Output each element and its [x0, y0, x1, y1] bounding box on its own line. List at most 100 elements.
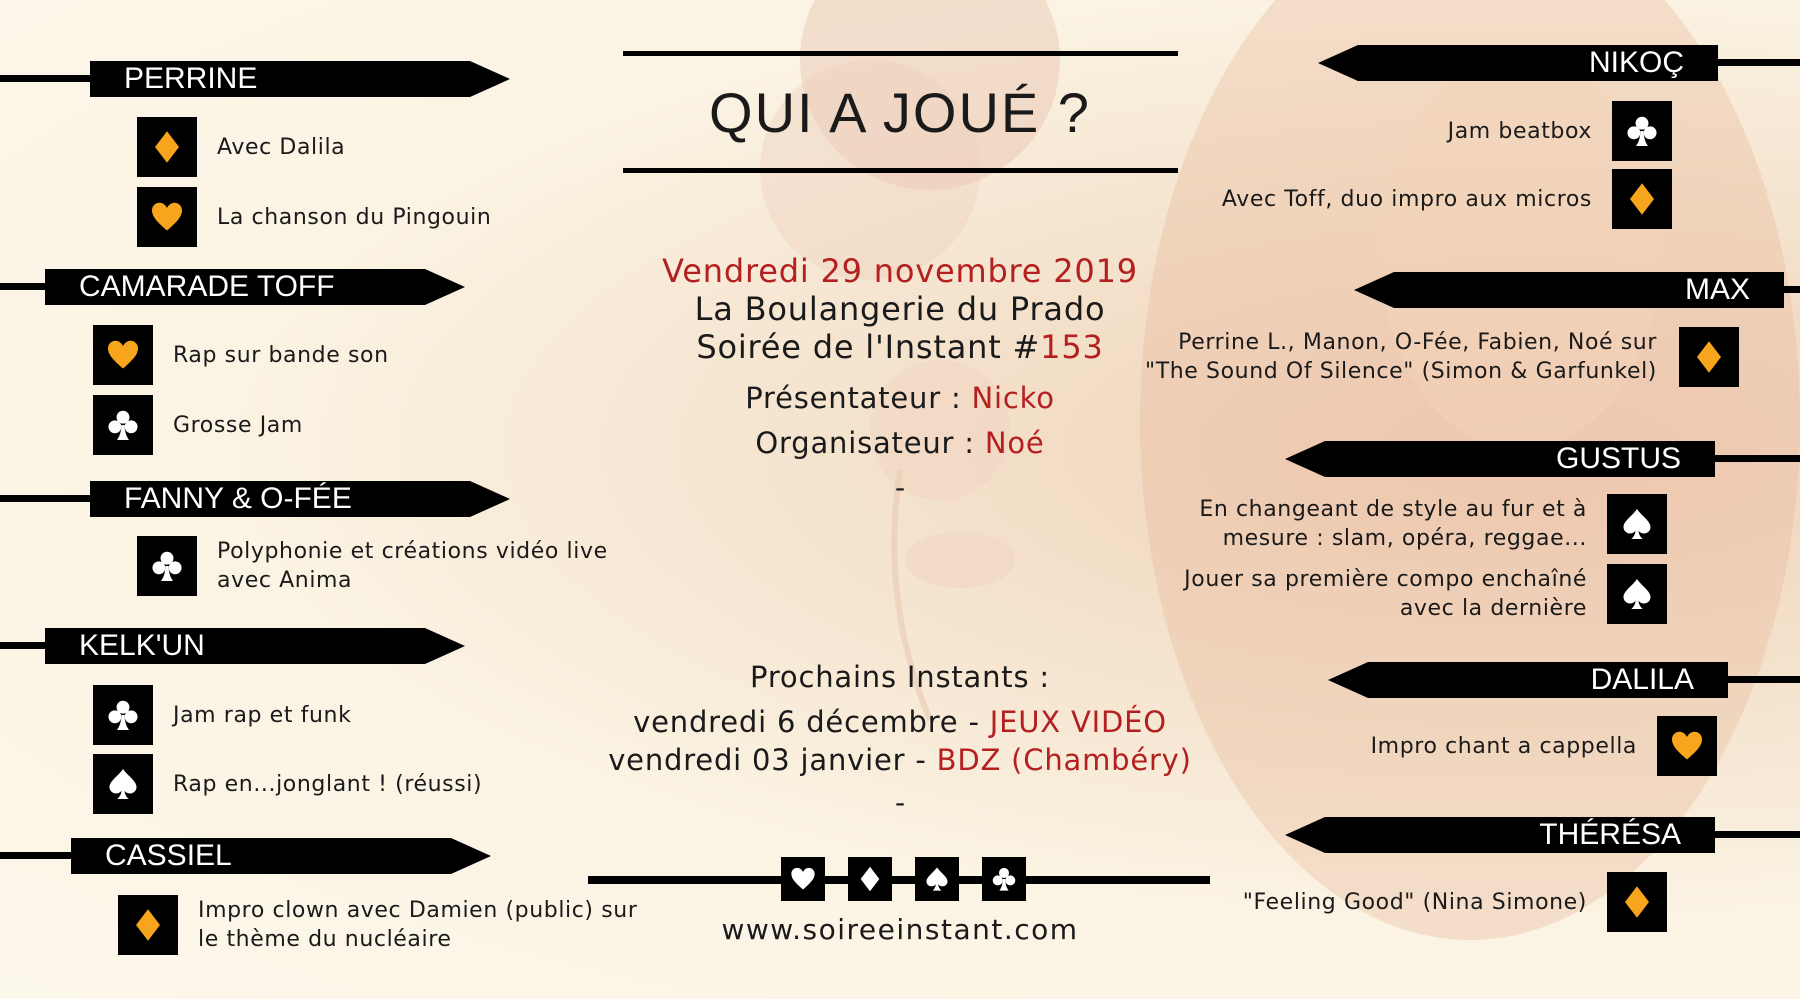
footer-club-icon — [982, 857, 1026, 901]
suit-card-diamond-icon — [1612, 169, 1672, 229]
act-description: "Feeling Good" (Nina Simone) — [1243, 888, 1587, 917]
act-description: Impro chant a cappella — [1371, 732, 1637, 761]
performer-banner-fanny-o-fee: FANNY & O-FÉE — [90, 481, 510, 517]
soiree-number-line: Soirée de l'Instant #153 — [600, 327, 1200, 367]
act-text-line: "Feeling Good" (Nina Simone) — [1242, 889, 1587, 915]
suit-card-club-icon — [137, 536, 197, 596]
organizer-line: Organisateur : Noé — [600, 424, 1200, 462]
performer-connector-line — [1784, 286, 1800, 293]
act-text-line: Jouer sa première compo enchaîné — [1184, 567, 1587, 592]
organizer-name: Noé — [984, 426, 1045, 460]
act-text-line: Polyphonie et créations vidéo live — [217, 539, 608, 564]
event-venue: La Boulangerie du Prado — [694, 290, 1106, 328]
act-text-line: mesure : slam, opéra, reggae... — [1222, 526, 1587, 551]
event-date: Vendredi 29 novembre 2019 — [662, 252, 1138, 290]
performer-connector-line — [1715, 455, 1800, 462]
performer-connector-line — [0, 495, 95, 502]
suit-card-heart-icon — [93, 325, 153, 385]
performer-banner-theresa: THÉRÉSA — [1285, 817, 1715, 853]
performer-name: NIKOÇ — [1588, 46, 1684, 79]
act-text-line: Rap sur bande son — [173, 342, 389, 368]
act-text-line: avec la dernière — [1399, 596, 1587, 621]
next-event-2: vendredi 03 janvier - BDZ (Chambéry) — [600, 741, 1200, 779]
act-text-line: Rap en...jonglant ! (réussi) — [173, 771, 483, 797]
performer-name: GUSTUS — [1555, 442, 1681, 475]
act-description: Jam beatbox — [1448, 117, 1592, 146]
act-text-line: Jam beatbox — [1447, 118, 1592, 144]
act-text-line: En changeant de style au fur et à — [1199, 497, 1587, 522]
performer-name: PERRINE — [124, 62, 258, 95]
performer-name: FANNY & O-FÉE — [124, 482, 352, 515]
suit-card-diamond-icon — [1679, 327, 1739, 387]
act-description: Polyphonie et créations vidéo live avec A… — [217, 537, 608, 595]
footer-line — [588, 876, 1210, 884]
act-description: Jam rap et funk — [173, 701, 351, 730]
separator-dash: - — [894, 471, 906, 504]
performer-name: THÉRÉSA — [1539, 818, 1681, 851]
next-heading: Prochains Instants : — [750, 660, 1050, 694]
act-text-line: Avec Toff, duo impro aux micros — [1221, 186, 1592, 212]
next-event-name: JEUX VIDÉO — [989, 705, 1167, 739]
performer-name: CAMARADE TOFF — [79, 270, 335, 303]
act-description: Jouer sa première compo enchaîné avec la … — [1184, 565, 1587, 623]
performer-connector-line — [0, 642, 50, 649]
act-text-line: Grosse Jam — [173, 412, 303, 438]
suit-card-spade-icon — [93, 754, 153, 814]
act-description: Impro clown avec Damien (public) sur le t… — [198, 896, 637, 954]
act-text-line: avec Anima — [217, 568, 353, 593]
performer-connector-line — [1728, 676, 1800, 683]
presenter-line: Présentateur : Nicko — [600, 379, 1200, 417]
title-bottom-rule — [623, 168, 1178, 173]
performer-banner-kelk-un: KELK'UN — [45, 628, 465, 664]
performer-name: DALILA — [1590, 663, 1694, 696]
suit-card-heart-icon — [1657, 716, 1717, 776]
suit-card-heart-icon — [137, 187, 197, 247]
act-description: Grosse Jam — [173, 411, 303, 440]
performer-connector-line — [0, 852, 76, 859]
suit-card-club-icon — [93, 685, 153, 745]
performer-name: CASSIEL — [105, 839, 232, 872]
performer-banner-dalila: DALILA — [1328, 662, 1728, 698]
act-text-line: le thème du nucléaire — [198, 927, 452, 952]
next-event-name: BDZ (Chambéry) — [936, 743, 1192, 777]
act-text-line: Impro clown avec Damien (public) sur — [198, 898, 638, 923]
act-description: Avec Dalila — [217, 133, 345, 162]
performer-banner-max: MAX — [1354, 272, 1784, 308]
presenter-label: Présentateur : — [745, 381, 972, 415]
performer-banner-nikoc: NIKOÇ — [1318, 45, 1718, 81]
performer-name: MAX — [1684, 273, 1750, 306]
performer-connector-line — [0, 283, 50, 290]
act-description: Avec Toff, duo impro aux micros — [1222, 185, 1592, 214]
act-text-line: Perrine L., Manon, O-Fée, Fabien, Noé su… — [1178, 330, 1657, 355]
act-text-line: Impro chant a cappella — [1370, 733, 1637, 759]
act-description: Rap en...jonglant ! (réussi) — [173, 770, 482, 799]
next-event-1: vendredi 6 décembre - JEUX VIDÉO — [600, 703, 1200, 741]
performer-banner-cassiel: CASSIEL — [71, 838, 491, 874]
performer-connector-line — [1715, 831, 1800, 838]
soiree-number: 153 — [1040, 328, 1104, 366]
suit-card-spade-icon — [1607, 564, 1667, 624]
act-description: Perrine L., Manon, O-Fée, Fabien, Noé su… — [1145, 328, 1657, 386]
act-description: Rap sur bande son — [173, 341, 389, 370]
footer-heart-icon — [781, 857, 825, 901]
next-event-date: vendredi 6 décembre - — [633, 705, 990, 739]
performer-banner-gustus: GUSTUS — [1285, 441, 1715, 477]
website-url: www.soireeinstant.com — [721, 913, 1079, 946]
title-top-rule — [623, 51, 1178, 56]
footer-spade-icon — [915, 857, 959, 901]
suit-card-club-icon — [93, 395, 153, 455]
footer-diamond-icon — [848, 857, 892, 901]
act-text-line: Jam rap et funk — [173, 702, 352, 728]
suit-card-diamond-icon — [1607, 872, 1667, 932]
act-description: La chanson du Pingouin — [217, 203, 491, 232]
presenter-name: Nicko — [971, 381, 1055, 415]
suit-card-diamond-icon — [137, 117, 197, 177]
performer-banner-camarade-toff: CAMARADE TOFF — [45, 269, 465, 305]
performer-banner-perrine: PERRINE — [90, 61, 510, 97]
soiree-label: Soirée de l'Instant # — [696, 328, 1041, 366]
act-text-line: Avec Dalila — [217, 134, 346, 160]
next-event-date: vendredi 03 janvier - — [608, 743, 937, 777]
organizer-label: Organisateur : — [755, 426, 985, 460]
suit-card-club-icon — [1612, 101, 1672, 161]
suit-card-diamond-icon — [118, 895, 178, 955]
